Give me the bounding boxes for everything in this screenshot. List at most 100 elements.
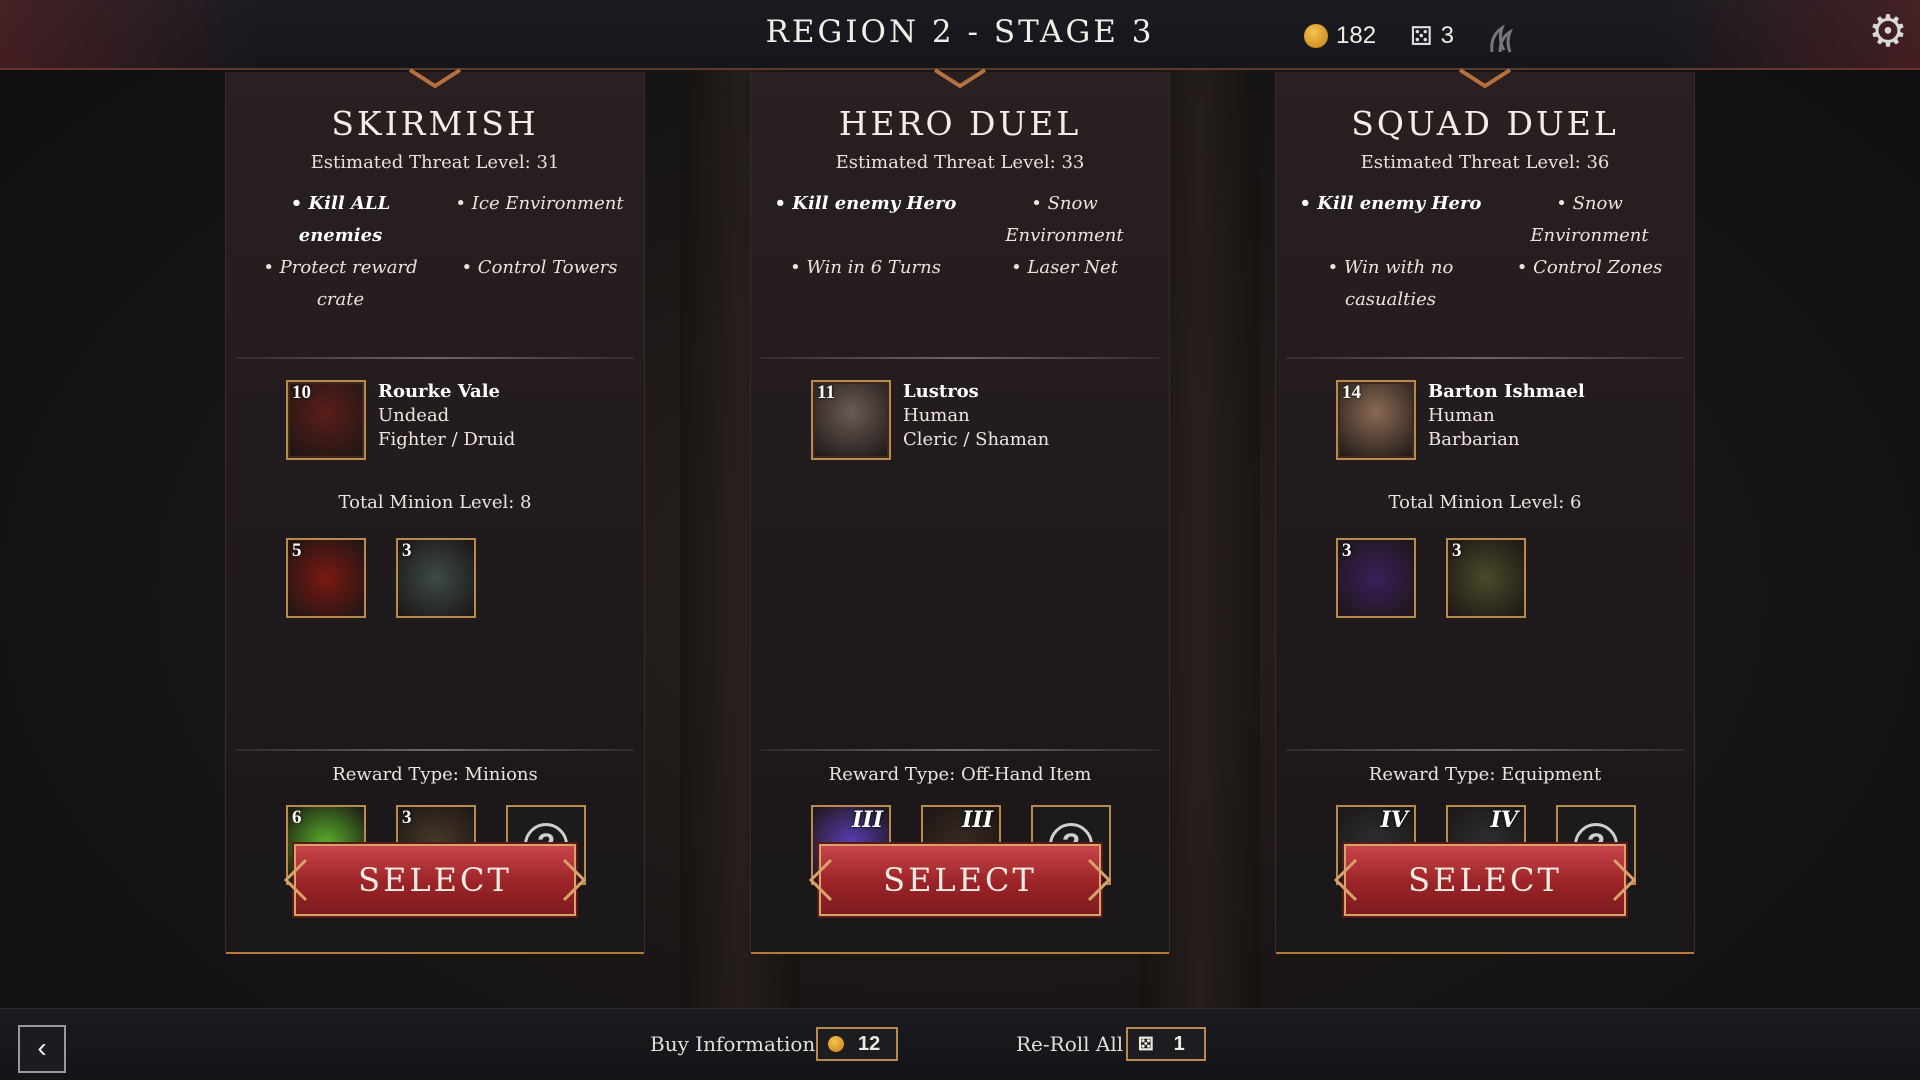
mission-title: SKIRMISH: [331, 104, 539, 143]
hero-info: Barton Ishmael Human Barbarian: [1428, 380, 1585, 460]
buy-information-label: Buy Information: [650, 1032, 816, 1056]
minion-level: 5: [292, 540, 302, 561]
objective: • Protect reward crate: [263, 257, 418, 310]
button-ornament-icon: [1333, 858, 1358, 902]
divider: [226, 952, 644, 954]
divider: [1286, 357, 1684, 359]
minion-slot[interactable]: 3: [396, 538, 476, 618]
hero-level: 14: [1342, 382, 1361, 403]
reward-level: 6: [292, 807, 302, 828]
buy-information-cost: 12: [858, 1032, 881, 1055]
minion-slot[interactable]: 3: [1336, 538, 1416, 618]
item-tier: III: [962, 807, 993, 833]
minion-slot[interactable]: 3: [1446, 538, 1526, 618]
item-tier: IV: [1490, 807, 1518, 833]
divider: [236, 357, 634, 359]
divider: [761, 749, 1159, 751]
hero-name: Rourke Vale: [378, 381, 500, 402]
hero-info: Lustros Human Cleric / Shaman: [903, 380, 1049, 460]
gold-counter: 182: [1304, 22, 1376, 50]
threat-level: Estimated Threat Level: 33: [835, 152, 1085, 173]
gold-coin-icon: [1304, 24, 1328, 48]
threat-level: Estimated Threat Level: 31: [310, 152, 560, 173]
objective: • Snow Environment: [1530, 193, 1649, 246]
hero-race: Undead: [378, 405, 450, 426]
divider: [761, 357, 1159, 359]
minion-level: 3: [1452, 540, 1462, 561]
reroll-value: 3: [1440, 22, 1454, 49]
gold-coin-icon: [828, 1036, 844, 1052]
button-ornament-icon: [1612, 858, 1637, 902]
total-minion-level: Total Minion Level: 6: [1388, 492, 1582, 513]
hero-level: 10: [292, 382, 311, 403]
objective: • Kill ALL enemies: [290, 193, 391, 246]
hero-name: Barton Ishmael: [1428, 381, 1585, 402]
top-bar: REGION 2 - STAGE 3 182 ⚄ 3 ⚙: [0, 0, 1920, 70]
hero-portrait[interactable]: 14: [1336, 380, 1416, 460]
total-minion-level: Total Minion Level: 8: [338, 492, 532, 513]
gear-icon[interactable]: ⚙: [1866, 10, 1910, 54]
dice-icon: ⚄: [1410, 21, 1433, 51]
select-label: SELECT: [883, 861, 1037, 899]
reroll-counter: ⚄ 3: [1410, 22, 1454, 50]
hero-portrait[interactable]: 11: [811, 380, 891, 460]
select-label: SELECT: [358, 861, 512, 899]
minion-list: 3 3: [1336, 538, 1526, 618]
minion-level: 3: [1342, 540, 1352, 561]
buy-information-button[interactable]: 12: [816, 1027, 898, 1061]
reroll-all-label: Re-Roll All: [1016, 1032, 1124, 1056]
dice-icon: ⚄: [1138, 1033, 1154, 1054]
minion-slot[interactable]: 5: [286, 538, 366, 618]
mission-panel: SKIRMISH Estimated Threat Level: 31 • Ki…: [225, 68, 645, 954]
button-ornament-icon: [562, 858, 587, 902]
objective: • Win with no casualties: [1327, 257, 1454, 310]
claw-icon[interactable]: [1484, 22, 1520, 58]
reward-type: Reward Type: Off-Hand Item: [828, 764, 1092, 785]
minion-level: 3: [402, 540, 412, 561]
bottom-bar: ‹ Buy Information 12 Re-Roll All ⚄ 1: [0, 1008, 1920, 1080]
objective: • Control Towers: [461, 257, 618, 278]
divider: [1276, 952, 1694, 954]
hero-race: Human: [1428, 405, 1495, 426]
enemy-hero: 10 Rourke Vale Undead Fighter / Druid: [286, 380, 515, 460]
hero-class: Cleric / Shaman: [903, 429, 1050, 450]
hero-info: Rourke Vale Undead Fighter / Druid: [378, 380, 515, 460]
select-button[interactable]: SELECT: [808, 844, 1112, 916]
back-button[interactable]: ‹: [18, 1025, 66, 1073]
hero-class: Barbarian: [1428, 429, 1520, 450]
threat-level: Estimated Threat Level: 36: [1360, 152, 1610, 173]
select-label: SELECT: [1408, 861, 1562, 899]
mission-panel: HERO DUEL Estimated Threat Level: 33 • K…: [750, 68, 1170, 954]
objectives-list: • Kill enemy Hero • Snow Environment • Win…: [771, 188, 1159, 284]
select-button[interactable]: SELECT: [283, 844, 587, 916]
divider: [1286, 749, 1684, 751]
reroll-all-button[interactable]: ⚄ 1: [1126, 1027, 1206, 1061]
item-tier: IV: [1380, 807, 1408, 833]
enemy-hero: 11 Lustros Human Cleric / Shaman: [811, 380, 1049, 460]
select-button[interactable]: SELECT: [1333, 844, 1637, 916]
reward-type: Reward Type: Equipment: [1368, 764, 1602, 785]
chevron-down-icon: [933, 68, 987, 89]
objectives-list: • Kill ALL enemies • Ice Environment • Pro…: [246, 188, 634, 316]
mission-title: HERO DUEL: [838, 104, 1082, 143]
hero-name: Lustros: [903, 381, 979, 402]
mission-panel: SQUAD DUEL Estimated Threat Level: 36 • …: [1275, 68, 1695, 954]
objective: • Laser Net: [1011, 257, 1118, 278]
objective: • Win in 6 Turns: [790, 257, 941, 278]
divider: [751, 952, 1169, 954]
objective: • Control Zones: [1516, 257, 1663, 278]
divider: [236, 749, 634, 751]
objective: • Snow Environment: [1005, 193, 1124, 246]
stage-title: REGION 2 - STAGE 3: [765, 14, 1155, 50]
objectives-list: • Kill enemy Hero • Snow Environment • Win…: [1296, 188, 1684, 316]
button-ornament-icon: [283, 858, 308, 902]
hero-class: Fighter / Druid: [378, 429, 516, 450]
enemy-hero: 14 Barton Ishmael Human Barbarian: [1336, 380, 1585, 460]
reroll-all-cost: 1: [1173, 1032, 1185, 1055]
objective: • Ice Environment: [455, 193, 624, 214]
mission-title: SQUAD DUEL: [1351, 104, 1619, 143]
objective: • Kill enemy Hero: [774, 193, 957, 214]
button-ornament-icon: [1087, 858, 1112, 902]
hero-portrait[interactable]: 10: [286, 380, 366, 460]
hero-race: Human: [903, 405, 970, 426]
